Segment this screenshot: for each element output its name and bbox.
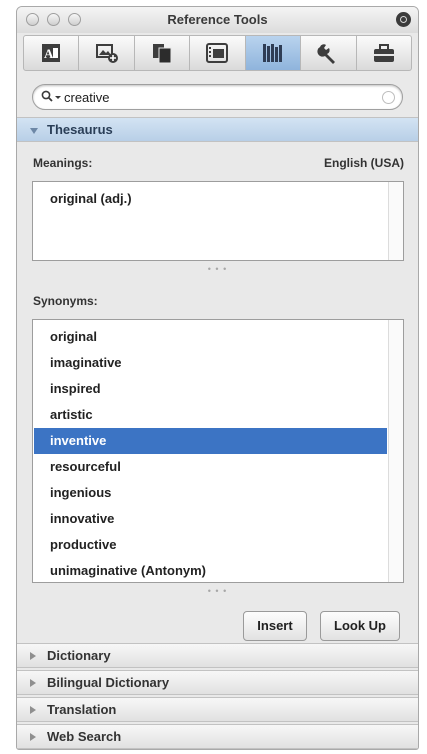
look-up-button[interactable]: Look Up — [320, 611, 400, 641]
disclosure-closed-icon — [30, 733, 36, 741]
section-label: Bilingual Dictionary — [47, 675, 170, 690]
synonyms-label: Synonyms: — [33, 294, 98, 308]
disclosure-open-icon — [30, 128, 38, 134]
search-input[interactable] — [64, 88, 364, 106]
synonym-item[interactable]: innovative — [34, 506, 387, 532]
bilingual-dictionary-section-header[interactable]: Bilingual Dictionary — [17, 670, 418, 695]
translation-section-header[interactable]: Translation — [17, 697, 418, 722]
language-label[interactable]: English (USA) — [324, 156, 404, 170]
reference-tools-tool-button[interactable] — [245, 35, 302, 71]
palette-options-icon[interactable] — [396, 12, 411, 27]
section-label: Dictionary — [47, 648, 111, 663]
thesaurus-header-label: Thesaurus — [47, 122, 113, 137]
search-field[interactable] — [32, 84, 403, 110]
wrench-icon — [317, 44, 336, 64]
copy-pages-tool-button[interactable] — [134, 35, 191, 71]
meanings-list[interactable]: original (adj.) — [32, 181, 404, 261]
section-label: Translation — [47, 702, 117, 717]
toolbox-tool-button[interactable] — [356, 35, 412, 71]
dictionary-section-header[interactable]: Dictionary — [17, 643, 418, 668]
toolbar: A — [23, 33, 412, 73]
synonym-item[interactable]: inspired — [34, 376, 387, 402]
disclosure-closed-icon — [30, 679, 36, 687]
toolbox-icon — [373, 44, 394, 62]
insert-button[interactable]: Insert — [243, 611, 307, 641]
synonyms-list[interactable]: original imaginative inspired artistic i… — [32, 319, 404, 583]
copy-pages-icon — [153, 44, 172, 64]
meaning-item[interactable]: original (adj.) — [34, 186, 387, 212]
media-browser-tool-button[interactable] — [190, 35, 246, 71]
synonym-item[interactable]: artistic — [34, 402, 387, 428]
synonym-item[interactable]: original — [34, 324, 387, 350]
section-label: Web Search — [47, 729, 122, 744]
disclosure-closed-icon — [30, 652, 36, 660]
synonym-item[interactable]: imaginative — [34, 350, 387, 376]
text-format-icon: A — [42, 44, 61, 62]
thesaurus-section-header[interactable]: Thesaurus — [17, 117, 418, 142]
disclosure-closed-icon — [30, 706, 36, 714]
reference-tools-window: Reference Tools A creative Thesaurus Mea… — [16, 6, 419, 750]
window-title: Reference Tools — [167, 12, 268, 27]
meanings-label: Meanings: — [33, 156, 93, 170]
text-format-tool-button[interactable]: A — [23, 35, 80, 71]
web-search-section-header[interactable]: Web Search — [17, 724, 418, 749]
clear-search-icon[interactable] — [382, 91, 395, 104]
media-browser-icon — [206, 43, 229, 63]
synonym-item[interactable]: resourceful — [34, 454, 387, 480]
meanings-resize-handle[interactable]: • • • — [17, 264, 418, 274]
synonym-item-selected[interactable]: inventive — [34, 428, 387, 454]
wrench-tool-button[interactable] — [301, 35, 357, 71]
search-icon — [41, 90, 61, 102]
svg-text:A: A — [44, 46, 54, 61]
insert-picture-icon — [95, 44, 118, 63]
title-bar[interactable]: Reference Tools — [17, 7, 418, 33]
synonym-item[interactable]: unimaginative (Antonym) — [34, 558, 387, 584]
reference-books-icon — [262, 44, 282, 62]
synonyms-scrollbar[interactable] — [388, 320, 403, 582]
synonym-item[interactable]: ingenious — [34, 480, 387, 506]
insert-picture-tool-button[interactable] — [79, 35, 135, 71]
synonyms-resize-handle[interactable]: • • • — [17, 586, 418, 596]
meanings-scrollbar[interactable] — [388, 182, 403, 260]
synonym-item[interactable]: productive — [34, 532, 387, 558]
thesaurus-panel: Meanings: English (USA) original (adj.) … — [17, 145, 418, 644]
